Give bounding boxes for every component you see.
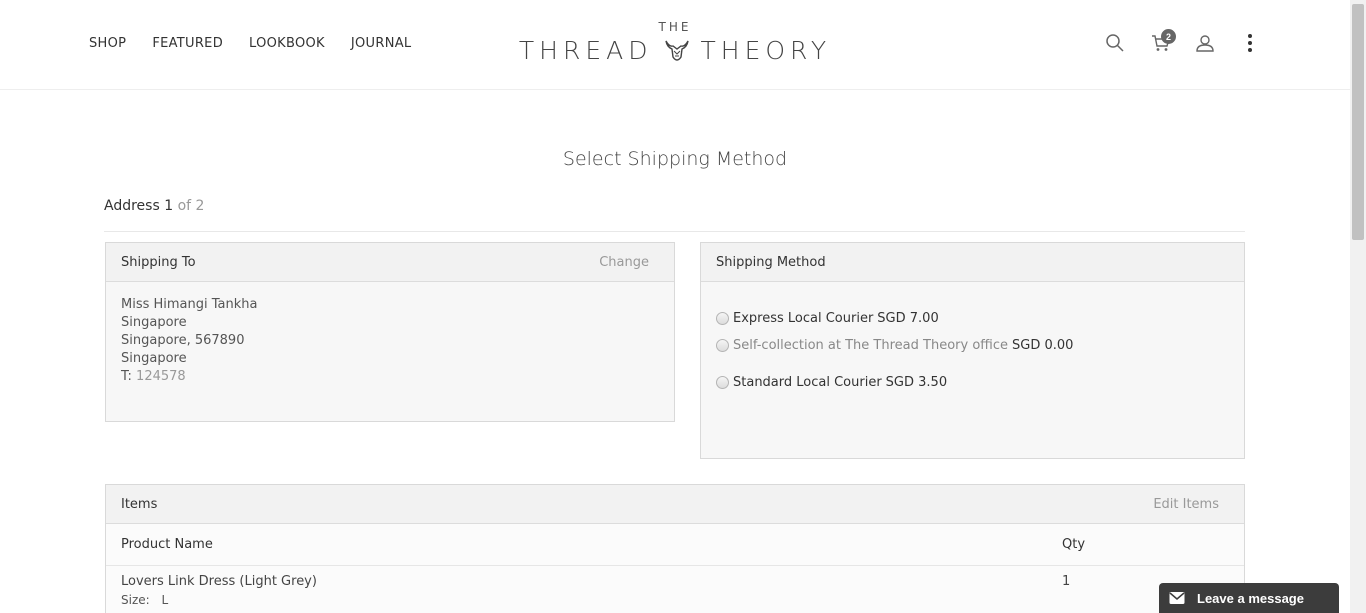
shipping-options: Express Local Courier SGD 7.00 Self-coll… [701, 282, 1244, 406]
size-label: Size: [121, 593, 150, 607]
page-scrollbar[interactable] [1350, 0, 1366, 613]
table-row: Lovers Link Dress (Light Grey) Size: L 1 [106, 566, 1244, 613]
shipping-address: Miss Himangi Tankha Singapore Singapore,… [106, 282, 674, 400]
edit-items-link[interactable]: Edit Items [1153, 497, 1229, 512]
radio-standard[interactable] [716, 376, 729, 389]
radio-express[interactable] [716, 311, 729, 325]
product-cell: Lovers Link Dress (Light Grey) Size: L [121, 574, 1062, 607]
address-current: Address 1 [104, 198, 174, 214]
phone-label: T: [121, 369, 132, 384]
product-qty: 1 [1062, 574, 1071, 589]
nav-featured[interactable]: FEATURED [152, 36, 223, 51]
leave-message-button[interactable]: Leave a message [1159, 583, 1339, 613]
radio-self-collection[interactable] [716, 339, 729, 352]
items-title: Items [121, 496, 158, 512]
search-icon[interactable] [1104, 32, 1126, 54]
option-price: SGD 7.00 [877, 310, 939, 326]
main-nav: SHOP FEATURED LOOKBOOK JOURNAL [89, 36, 411, 51]
header-icons: 2 [1104, 29, 1261, 54]
option-price: SGD 3.50 [885, 375, 948, 390]
envelope-icon [1169, 592, 1185, 604]
nav-shop[interactable]: SHOP [89, 36, 126, 51]
table-header: Product Name Qty [106, 524, 1244, 566]
change-address-link[interactable]: Change [599, 255, 659, 270]
logo-word-left: THREAD [518, 36, 653, 65]
recipient-name: Miss Himangi Tankha [121, 297, 258, 312]
items-header: Items Edit Items [106, 485, 1244, 524]
product-name: Lovers Link Dress (Light Grey) [121, 574, 317, 589]
phone-number: 124578 [136, 369, 186, 384]
user-icon[interactable] [1194, 32, 1216, 54]
size-value: L [161, 593, 169, 607]
shipping-to-panel: Shipping To Change Miss Himangi Tankha S… [105, 242, 675, 422]
option-label: Express Local Courier [733, 310, 874, 326]
site-logo[interactable]: THE THREAD THEORY [518, 20, 832, 65]
nav-lookbook[interactable]: LOOKBOOK [249, 36, 325, 51]
scrollbar-thumb[interactable] [1352, 4, 1364, 240]
product-size: Size: L [121, 593, 1062, 607]
col-product-name: Product Name [121, 537, 213, 552]
address-phone: T: 124578 [121, 368, 659, 386]
option-price: SGD 0.00 [1012, 338, 1074, 353]
cart-count-badge: 2 [1161, 29, 1176, 44]
shipping-method-title: Shipping Method [716, 254, 826, 270]
page-title: Select Shipping Method [562, 148, 788, 170]
shipping-to-header: Shipping To Change [106, 243, 674, 282]
shipping-to-title: Shipping To [121, 254, 196, 270]
logo-the: THE [658, 20, 692, 34]
cart-icon[interactable]: 2 [1150, 29, 1176, 54]
option-label: Standard Local Courier [733, 375, 882, 390]
option-label: Self-collection at The Thread Theory off… [733, 338, 1008, 353]
items-panel: Items Edit Items Product Name Qty Lovers… [105, 484, 1245, 613]
address-country: Singapore [121, 351, 187, 366]
nav-journal[interactable]: JOURNAL [351, 36, 412, 51]
site-header: SHOP FEATURED LOOKBOOK JOURNAL THE THREA… [0, 0, 1350, 90]
logo-word-right: THEORY [700, 36, 832, 65]
shipping-method-panel: Shipping Method Express Local Courier SG… [700, 242, 1245, 459]
address-line-2: Singapore, 567890 [121, 333, 245, 348]
logo-wordmark: THREAD THEORY [518, 36, 832, 65]
items-table: Product Name Qty Lovers Link Dress (Ligh… [106, 524, 1244, 613]
shipping-option-standard[interactable]: Standard Local Courier SGD 3.50 [716, 359, 1229, 406]
address-counter: Address 1 of 2 [104, 198, 204, 214]
more-vertical-icon[interactable] [1239, 32, 1261, 54]
section-divider [104, 231, 1245, 232]
address-total: of 2 [177, 198, 205, 214]
address-line-1: Singapore [121, 315, 187, 330]
chat-label: Leave a message [1197, 590, 1304, 606]
col-qty: Qty [1062, 537, 1086, 552]
shipping-method-header: Shipping Method [701, 243, 1244, 282]
buffalo-mark-icon [664, 40, 689, 61]
